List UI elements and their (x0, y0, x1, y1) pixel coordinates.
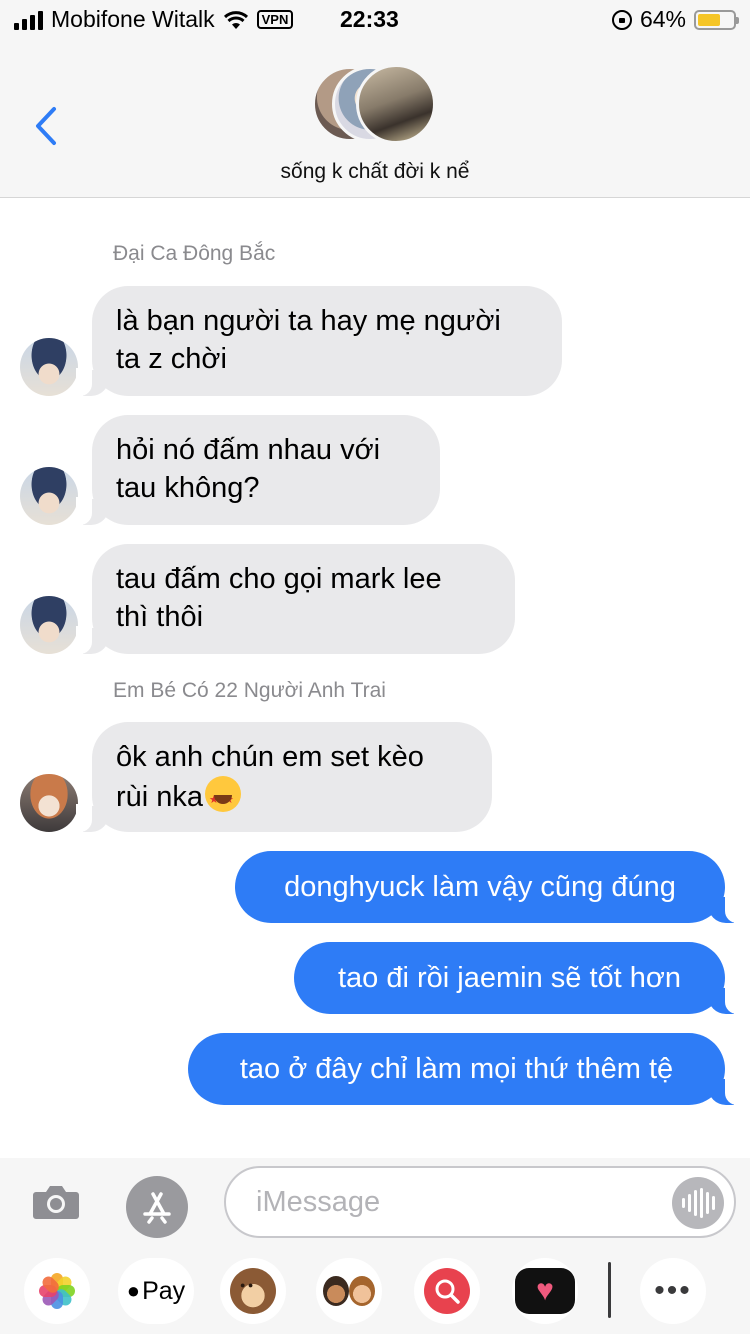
avatar (356, 64, 436, 144)
sender-name: Em Bé Có 22 Người Anh Trai (113, 679, 386, 702)
avatar[interactable] (20, 774, 78, 832)
message-text: tau đấm cho gọi mark lee (116, 563, 442, 595)
avatar[interactable] (20, 596, 78, 654)
group-name[interactable]: sống k chất đời k nể (0, 160, 750, 184)
status-left: Mobifone Witalk VPN (14, 6, 294, 33)
status-right: 64% (611, 6, 739, 33)
animoji-icon (230, 1268, 276, 1314)
conversation-header: sống k chất đời k nể (0, 40, 750, 198)
status-bar: Mobifone Witalk VPN 22:33 64% (0, 0, 750, 40)
vpn-badge: VPN (256, 10, 294, 29)
message-text: là bạn người ta hay mẹ người (116, 305, 501, 337)
animoji-button[interactable] (220, 1258, 286, 1324)
app-drawer: ● Pay ♥ ••• (0, 1246, 750, 1334)
incoming-message-bubble[interactable]: hỏi nó đấm nhau với tau không? (76, 415, 440, 525)
digital-touch-button[interactable]: ♥ (512, 1258, 578, 1324)
more-icon: ••• (654, 1274, 692, 1307)
avatar[interactable] (20, 338, 78, 396)
battery-icon (694, 9, 739, 30)
message-text: thì thôi (116, 601, 204, 633)
battery-percent: 64% (639, 6, 686, 32)
outgoing-message-bubble[interactable]: tao đi rồi jaemin sẽ tốt hơn (294, 942, 741, 1014)
audio-message-icon[interactable] (672, 1177, 724, 1229)
apple-pay-button[interactable]: ● Pay (118, 1258, 194, 1324)
more-apps-button[interactable]: ••• (640, 1258, 706, 1324)
incoming-message-bubble[interactable]: tau đấm cho gọi mark lee thì thôi (76, 544, 515, 654)
photos-icon (39, 1273, 75, 1309)
star-struck-emoji-icon (205, 776, 242, 819)
photos-app-button[interactable] (24, 1258, 90, 1324)
cellular-signal-icon (14, 10, 43, 30)
outgoing-message-bubble[interactable]: donghyuck làm vậy cũng đúng (235, 851, 741, 923)
message-text: ôk anh chún em set kèo (116, 741, 424, 773)
image-search-icon (424, 1268, 470, 1314)
image-search-button[interactable] (414, 1258, 480, 1324)
wifi-icon (223, 10, 248, 29)
camera-icon[interactable] (32, 1182, 80, 1220)
sender-name: Đại Ca Đông Bắc (113, 242, 276, 265)
back-chevron-icon[interactable] (32, 106, 60, 146)
memoji-icon (323, 1276, 375, 1306)
rotation-lock-icon (611, 9, 632, 30)
outgoing-message-bubble[interactable]: tao ở đây chỉ làm mọi thứ thêm tệ (188, 1033, 741, 1105)
app-store-glyph-icon (143, 1192, 171, 1224)
message-text: rùi nka (116, 781, 204, 813)
app-store-icon[interactable] (126, 1176, 188, 1238)
message-text: tau không? (116, 472, 260, 504)
drawer-divider (608, 1262, 611, 1318)
compose-bar (0, 1158, 750, 1246)
message-input-wrapper[interactable] (224, 1166, 736, 1238)
group-avatar-stack[interactable] (312, 64, 438, 144)
carrier-label: Mobifone Witalk (51, 6, 215, 32)
memoji-button[interactable] (316, 1258, 382, 1324)
apple-logo-icon: ● (126, 1278, 141, 1303)
battery-fill (698, 13, 720, 26)
apple-pay-label: Pay (142, 1276, 186, 1305)
avatar[interactable] (20, 467, 78, 525)
incoming-message-bubble[interactable]: ôk anh chún em set kèo rùi nka (76, 722, 492, 832)
message-input[interactable] (256, 1182, 656, 1222)
message-text: hỏi nó đấm nhau với (116, 434, 381, 466)
message-text-with-emoji: rùi nka (116, 776, 464, 819)
incoming-message-bubble[interactable]: là bạn người ta hay mẹ người ta z chời (76, 286, 562, 396)
message-text: ta z chời (116, 343, 227, 375)
clock: 22:33 (340, 6, 399, 32)
digital-touch-icon: ♥ (515, 1268, 575, 1314)
